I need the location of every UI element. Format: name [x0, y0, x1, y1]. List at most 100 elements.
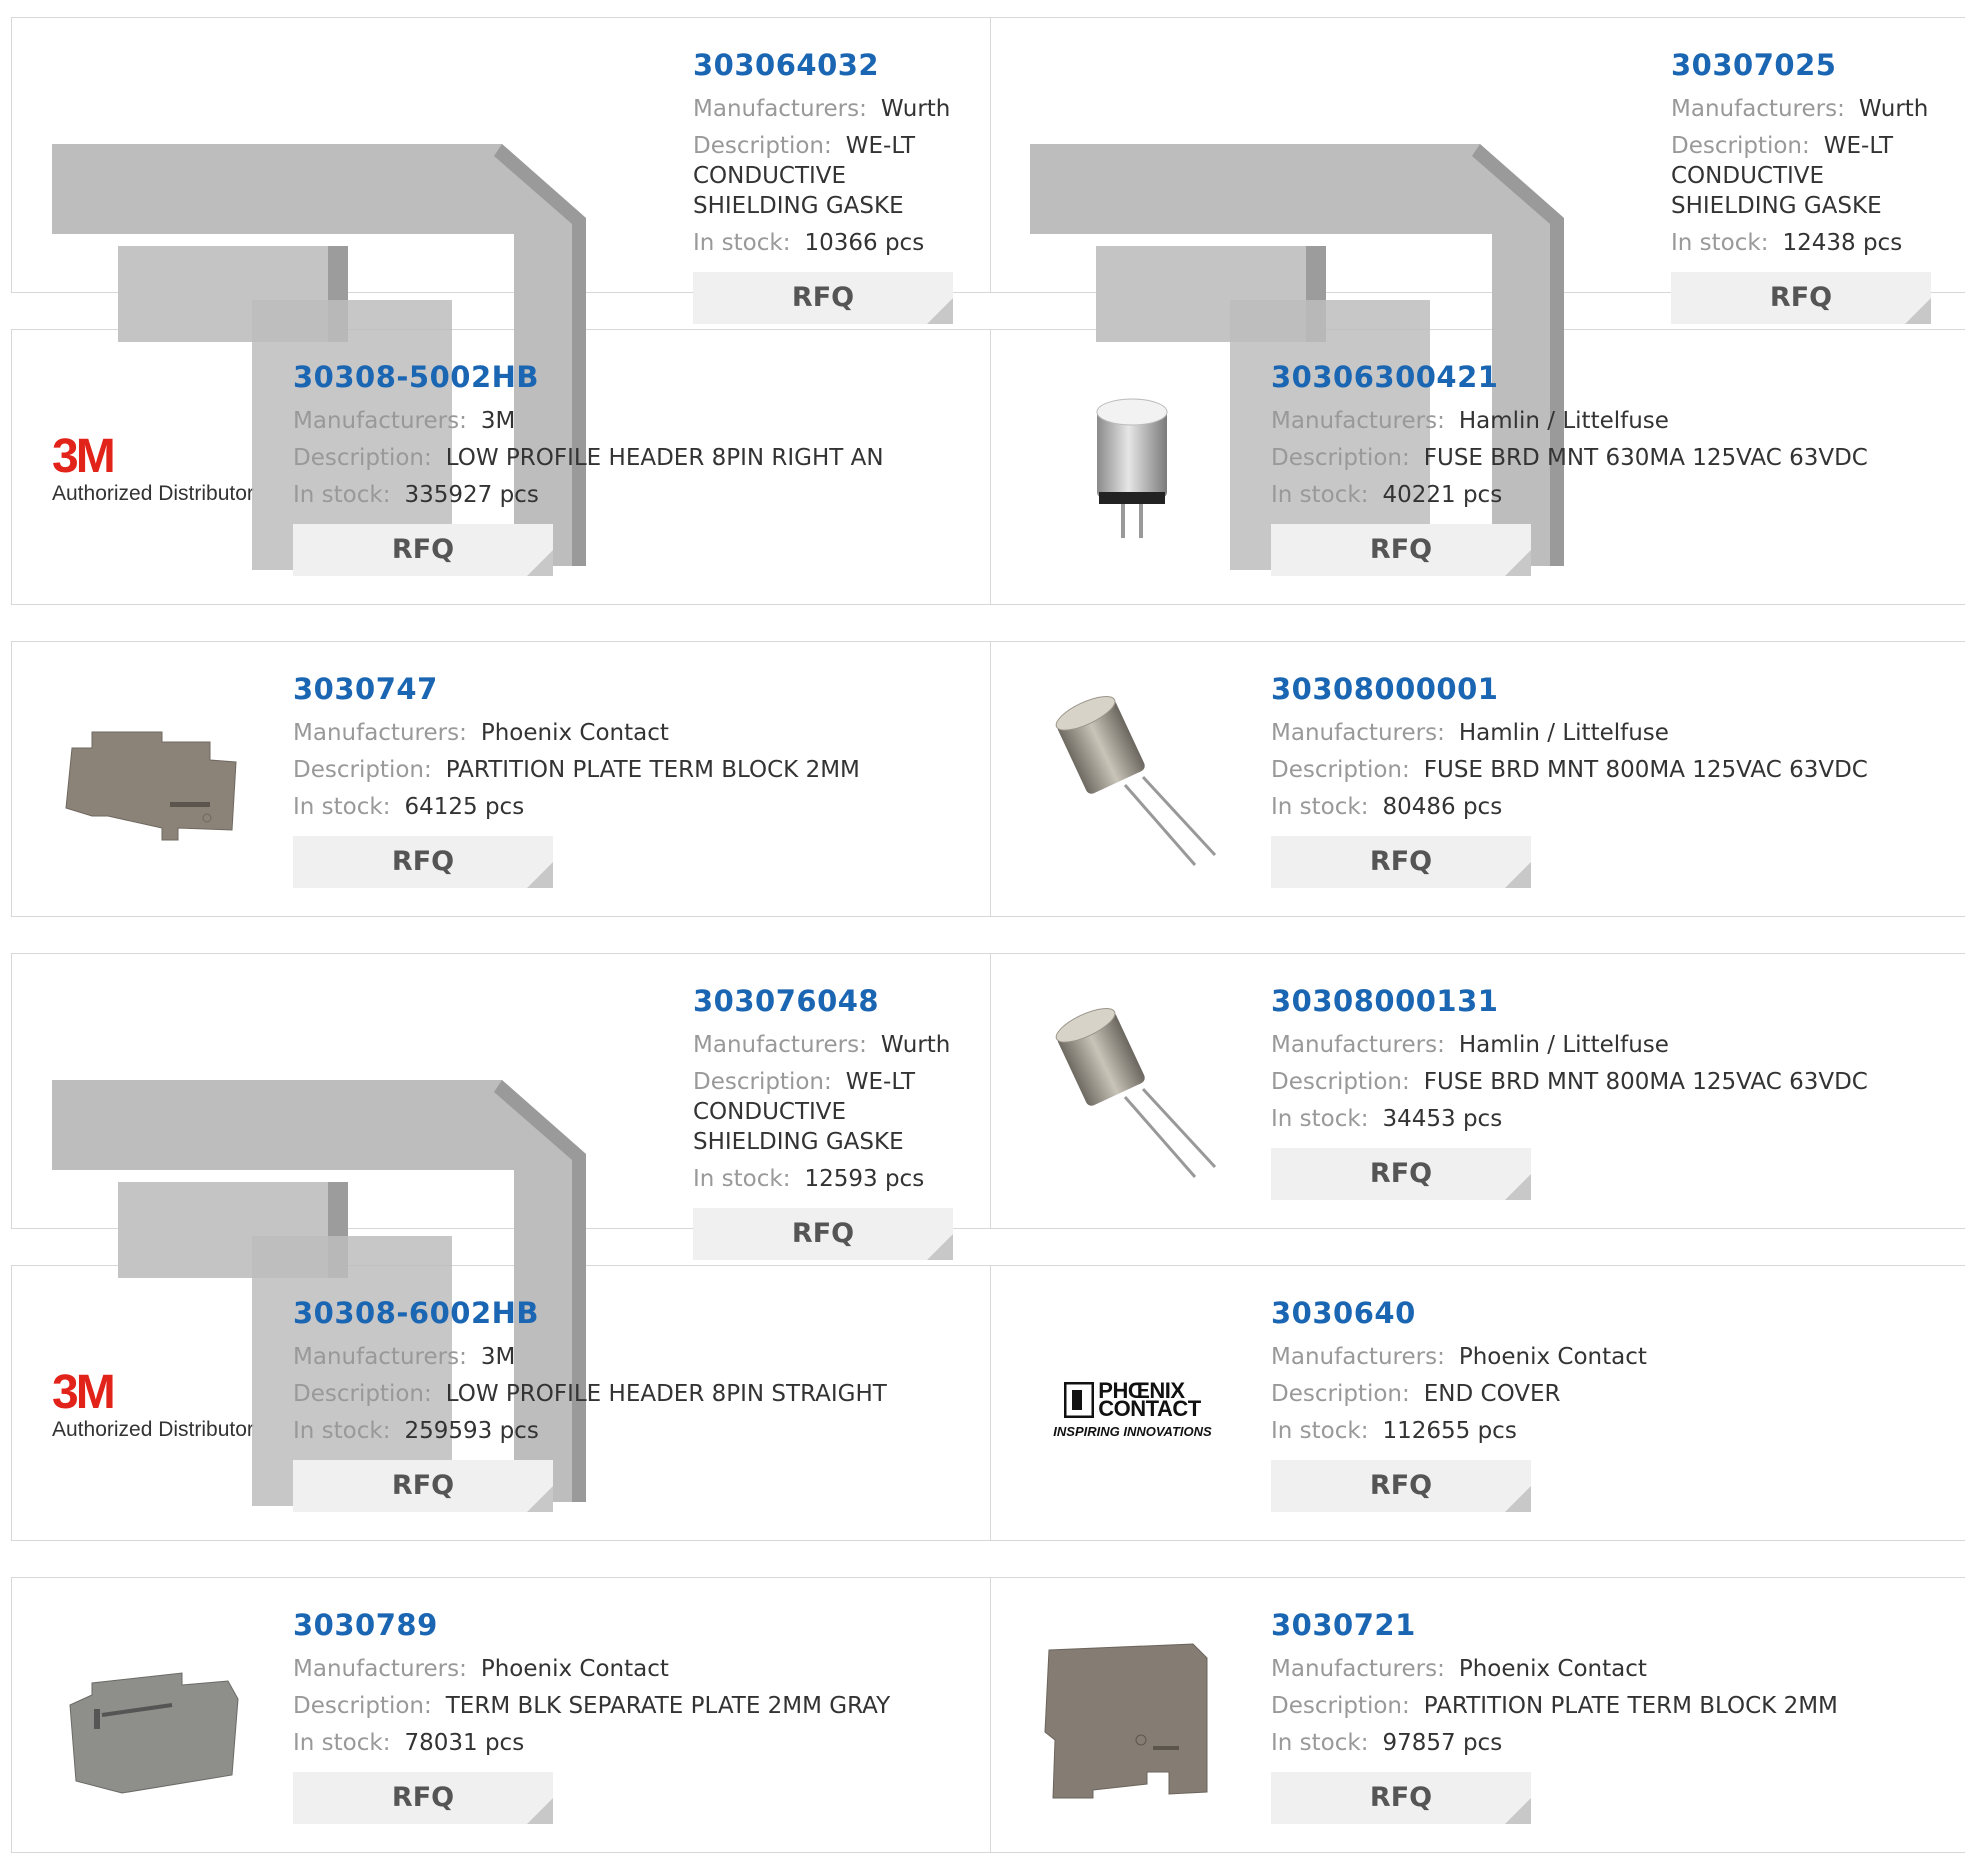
stock-value: 78031 pcs [404, 1730, 525, 1756]
part-number-link[interactable]: 30308-6002HB [293, 1296, 973, 1330]
manufacturer-label: Manufacturers: [1271, 408, 1445, 434]
rfq-button[interactable]: RFQ [293, 524, 553, 576]
product-info: 30307025 Manufacturers: Wurth Description… [1671, 48, 1953, 324]
description-label: Description: [1271, 1693, 1410, 1719]
manufacturer-row: Manufacturers: Wurth [693, 1030, 975, 1060]
stock-row: In stock: 80486 pcs [1271, 792, 1951, 822]
description-value: PARTITION PLATE TERM BLOCK 2MM [1423, 1693, 1838, 1719]
part-number-link[interactable]: 303076048 [693, 984, 975, 1018]
stock-value: 259593 pcs [404, 1418, 539, 1444]
part-number-link[interactable]: 3030747 [293, 672, 973, 706]
part-number-link[interactable]: 3030640 [1271, 1296, 1951, 1330]
stock-row: In stock: 78031 pcs [293, 1728, 973, 1758]
stock-label: In stock: [293, 482, 391, 508]
stock-label: In stock: [293, 1418, 391, 1444]
stock-row: In stock: 335927 pcs [293, 480, 973, 510]
manufacturer-value: Phoenix Contact [480, 720, 669, 746]
description-row: Description: FUSE BRD MNT 800MA 125VAC 63… [1271, 755, 1951, 785]
part-number-link[interactable]: 30308000131 [1271, 984, 1951, 1018]
rfq-button[interactable]: RFQ [293, 1772, 553, 1824]
stock-row: In stock: 40221 pcs [1271, 480, 1951, 510]
manufacturer-row: Manufacturers: Wurth [1671, 94, 1953, 124]
description-value: LOW PROFILE HEADER 8PIN STRAIGHT [445, 1381, 887, 1407]
manufacturer-label: Manufacturers: [1271, 1656, 1445, 1682]
rfq-button[interactable]: RFQ [293, 1460, 553, 1512]
rfq-button[interactable]: RFQ [293, 836, 553, 888]
stock-label: In stock: [293, 1730, 391, 1756]
manufacturer-label: Manufacturers: [693, 96, 867, 122]
manufacturer-label: Manufacturers: [293, 408, 467, 434]
part-number-link[interactable]: 303064032 [693, 48, 975, 82]
part-number-link[interactable]: 3030789 [293, 1608, 973, 1642]
rfq-button[interactable]: RFQ [693, 272, 953, 324]
manufacturer-value: 3M [480, 1344, 516, 1370]
manufacturer-row: Manufacturers: Phoenix Contact [1271, 1654, 1951, 1684]
phoenix-logo-line2: CONTACT [1098, 1395, 1201, 1421]
manufacturer-value: Hamlin / Littelfuse [1458, 408, 1669, 434]
description-label: Description: [1271, 445, 1410, 471]
manufacturer-row: Manufacturers: Hamlin / Littelfuse [1271, 1030, 1951, 1060]
product-info: 303076048 Manufacturers: Wurth Descriptio… [693, 984, 975, 1260]
description-label: Description: [693, 133, 832, 159]
product-info: 30308-6002HB Manufacturers: 3M Descriptio… [293, 1296, 973, 1512]
description-label: Description: [1271, 757, 1410, 783]
partition-plate-image [1035, 1622, 1235, 1822]
rfq-button[interactable]: RFQ [1271, 1772, 1531, 1824]
stock-row: In stock: 12593 pcs [693, 1164, 975, 1194]
stock-label: In stock: [693, 230, 791, 256]
rfq-button[interactable]: RFQ [1271, 1460, 1531, 1512]
rfq-button[interactable]: RFQ [1271, 1148, 1531, 1200]
manufacturer-label: Manufacturers: [1271, 1344, 1445, 1370]
stock-row: In stock: 64125 pcs [293, 792, 973, 822]
fuse-angled-image [1035, 997, 1230, 1197]
stock-label: In stock: [293, 794, 391, 820]
description-value: PARTITION PLATE TERM BLOCK 2MM [445, 757, 860, 783]
partition-plate-image [52, 690, 252, 880]
manufacturer-value: Hamlin / Littelfuse [1458, 720, 1669, 746]
manufacturer-label: Manufacturers: [1271, 1032, 1445, 1058]
description-label: Description: [1671, 133, 1810, 159]
part-number-link[interactable]: 30306300421 [1271, 360, 1951, 394]
product-info: 303064032 Manufacturers: Wurth Descriptio… [693, 48, 975, 324]
stock-value: 12438 pcs [1782, 230, 1903, 256]
stock-row: In stock: 10366 pcs [693, 228, 975, 258]
manufacturer-value: Phoenix Contact [1458, 1344, 1647, 1370]
description-label: Description: [1271, 1069, 1410, 1095]
manufacturer-row: Manufacturers: 3M [293, 406, 973, 436]
part-number-link[interactable]: 30308000001 [1271, 672, 1951, 706]
product-info: 30306300421 Manufacturers: Hamlin / Litte… [1271, 360, 1951, 576]
manufacturer-value: 3M [480, 408, 516, 434]
stock-value: 40221 pcs [1382, 482, 1503, 508]
description-value: FUSE BRD MNT 630MA 125VAC 63VDC [1423, 445, 1868, 471]
part-number-link[interactable]: 30308-5002HB [293, 360, 973, 394]
description-row: Description: PARTITION PLATE TERM BLOCK 2… [1271, 1691, 1951, 1721]
product-info: 3030789 Manufacturers: Phoenix Contact De… [293, 1608, 973, 1824]
stock-value: 335927 pcs [404, 482, 539, 508]
stock-value: 97857 pcs [1382, 1730, 1503, 1756]
product-info: 3030640 Manufacturers: Phoenix Contact De… [1271, 1296, 1951, 1512]
manufacturer-label: Manufacturers: [693, 1032, 867, 1058]
manufacturer-row: Manufacturers: Phoenix Contact [1271, 1342, 1951, 1372]
stock-label: In stock: [1671, 230, 1769, 256]
rfq-button[interactable]: RFQ [1271, 524, 1531, 576]
description-row: Description: LOW PROFILE HEADER 8PIN RIGH… [293, 443, 973, 473]
product-info: 3030747 Manufacturers: Phoenix Contact De… [293, 672, 973, 888]
stock-label: In stock: [693, 1166, 791, 1192]
rfq-button[interactable]: RFQ [693, 1208, 953, 1260]
fuse-angled-image [1035, 685, 1230, 885]
rfq-button[interactable]: RFQ [1271, 836, 1531, 888]
stock-label: In stock: [1271, 1418, 1369, 1444]
manufacturer-row: Manufacturers: Hamlin / Littelfuse [1271, 718, 1951, 748]
description-row: Description: WE-LT CONDUCTIVE SHIELDING G… [693, 1067, 975, 1157]
stock-label: In stock: [1271, 482, 1369, 508]
rfq-button[interactable]: RFQ [1671, 272, 1931, 324]
part-number-link[interactable]: 30307025 [1671, 48, 1953, 82]
phoenix-contact-logo: PHŒNIX CONTACT INSPIRING INNOVATIONS [1030, 1365, 1235, 1455]
manufacturer-row: Manufacturers: Wurth [693, 94, 975, 124]
part-number-link[interactable]: 3030721 [1271, 1608, 1951, 1642]
stock-label: In stock: [1271, 1730, 1369, 1756]
description-label: Description: [693, 1069, 832, 1095]
manufacturer-label: Manufacturers: [293, 1656, 467, 1682]
description-row: Description: WE-LT CONDUCTIVE SHIELDING G… [693, 131, 975, 221]
manufacturer-value: Wurth [880, 96, 951, 122]
